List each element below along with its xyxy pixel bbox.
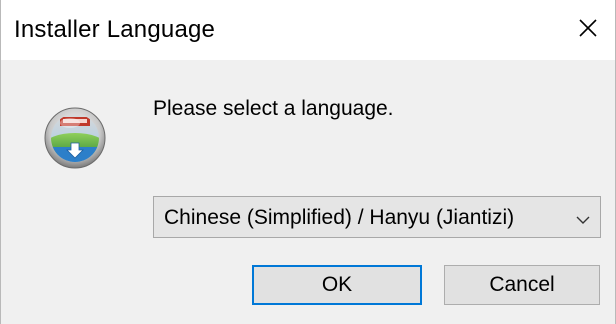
ok-button[interactable]: OK [252,265,422,305]
close-button[interactable] [561,0,615,60]
prompt-text: Please select a language. [153,97,394,120]
close-icon [579,19,597,37]
cancel-button[interactable]: Cancel [444,265,600,305]
title-bar[interactable]: Installer Language [1,0,615,60]
chevron-down-icon [576,212,590,230]
language-select-value: Chinese (Simplified) / Hanyu (Jiantizi) [164,206,515,229]
installer-disc-icon [40,103,110,173]
installer-language-dialog: Installer Language Please select a langu… [0,0,616,324]
language-select[interactable]: Chinese (Simplified) / Hanyu (Jiantizi) [153,196,601,238]
window-title: Installer Language [14,16,216,43]
